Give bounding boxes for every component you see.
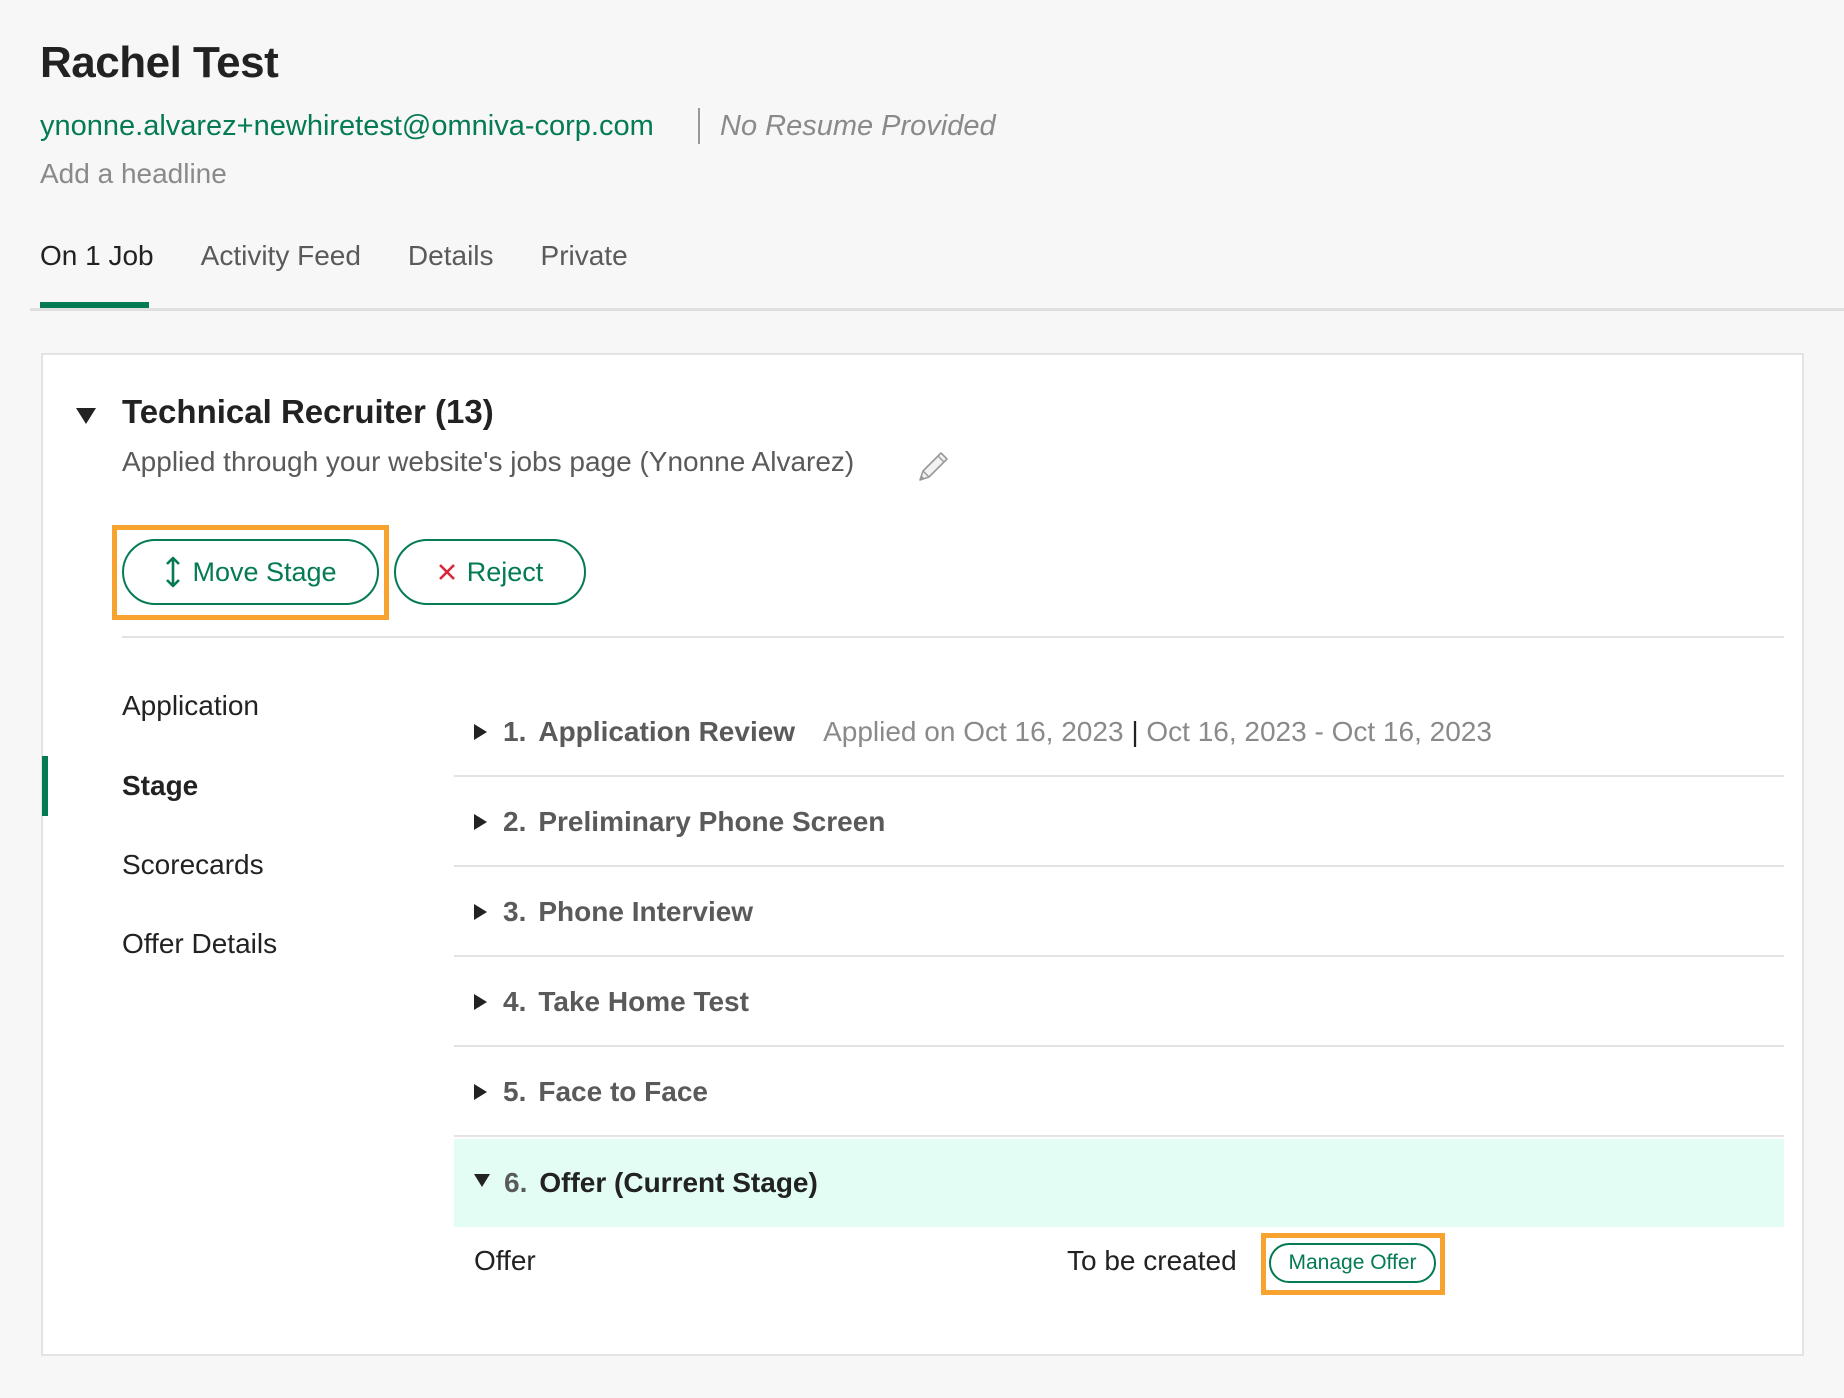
header-divider	[698, 108, 700, 144]
offer-label: Offer	[474, 1245, 536, 1276]
move-stage-label: Move Stage	[192, 556, 337, 587]
applied-date: Applied on Oct 16, 2023	[823, 716, 1124, 747]
caret-right-icon	[474, 994, 487, 1010]
add-headline-link[interactable]: Add a headline	[40, 158, 227, 190]
stage-date-range: Oct 16, 2023 - Oct 16, 2023	[1146, 716, 1492, 747]
section-divider	[122, 636, 1784, 638]
stage-row[interactable]: 2. Preliminary Phone Screen	[454, 779, 1784, 867]
reject-button[interactable]: Reject	[394, 539, 586, 605]
stage-number: 5.	[503, 1076, 527, 1107]
stage-row[interactable]: 1. Application Review Applied on Oct 16,…	[454, 689, 1784, 777]
job-title[interactable]: Technical Recruiter (13)	[122, 393, 494, 431]
stage-number: 1.	[503, 716, 527, 747]
current-stage-row[interactable]: 6. Offer (Current Stage)	[454, 1139, 1784, 1227]
stage-name: Preliminary Phone Screen	[538, 806, 886, 837]
stage-number: 6.	[504, 1167, 528, 1198]
stage-name: Face to Face	[538, 1076, 708, 1107]
offer-status: To be created	[1067, 1245, 1237, 1276]
meta-separator: |	[1131, 716, 1139, 747]
stage-row[interactable]: 3. Phone Interview	[454, 869, 1784, 957]
manage-offer-button[interactable]: Manage Offer	[1269, 1243, 1436, 1283]
caret-right-icon	[474, 814, 487, 830]
section-nav-active-indicator	[42, 756, 48, 816]
caret-right-icon	[474, 1084, 487, 1100]
stage-name: Application Review	[538, 716, 796, 747]
tab-details[interactable]: Details	[408, 240, 494, 280]
stage-row[interactable]: 4. Take Home Test	[454, 959, 1784, 1047]
stage-number: 3.	[503, 896, 527, 927]
stage-number: 2.	[503, 806, 527, 837]
pencil-icon[interactable]	[912, 448, 952, 488]
move-stage-button[interactable]: Move Stage	[122, 539, 379, 605]
tab-on-1-job[interactable]: On 1 Job	[40, 240, 154, 280]
section-nav-application[interactable]: Application	[122, 690, 259, 722]
reject-label: Reject	[466, 556, 544, 587]
stage-dates: Applied on Oct 16, 2023 | Oct 16, 2023 -…	[823, 716, 1492, 748]
candidate-tabs: On 1 Job Activity Feed Details Private	[40, 240, 675, 280]
candidate-name: Rachel Test	[40, 38, 279, 87]
stage-number: 4.	[503, 986, 527, 1017]
section-nav-offer-details[interactable]: Offer Details	[122, 928, 277, 960]
tab-activity-feed[interactable]: Activity Feed	[201, 240, 361, 280]
tab-private[interactable]: Private	[541, 240, 628, 280]
caret-right-icon	[474, 904, 487, 920]
candidate-email-link[interactable]: ynonne.alvarez+newhiretest@omniva-corp.c…	[40, 110, 654, 143]
section-nav-scorecards[interactable]: Scorecards	[122, 849, 264, 881]
resume-status: No Resume Provided	[720, 110, 996, 142]
caret-right-icon	[474, 724, 487, 740]
x-icon	[437, 562, 457, 582]
section-nav-stage[interactable]: Stage	[122, 770, 198, 802]
stage-name: Offer (Current Stage)	[539, 1167, 818, 1198]
stage-name: Take Home Test	[538, 986, 749, 1017]
stage-row[interactable]: 5. Face to Face	[454, 1049, 1784, 1137]
application-source: Applied through your website's jobs page…	[122, 446, 855, 477]
vertical-arrows-icon	[164, 555, 182, 589]
caret-down-icon	[474, 1173, 490, 1187]
stage-name: Phone Interview	[538, 896, 754, 927]
caret-down-icon[interactable]	[76, 408, 96, 424]
tabs-divider	[30, 308, 1844, 311]
